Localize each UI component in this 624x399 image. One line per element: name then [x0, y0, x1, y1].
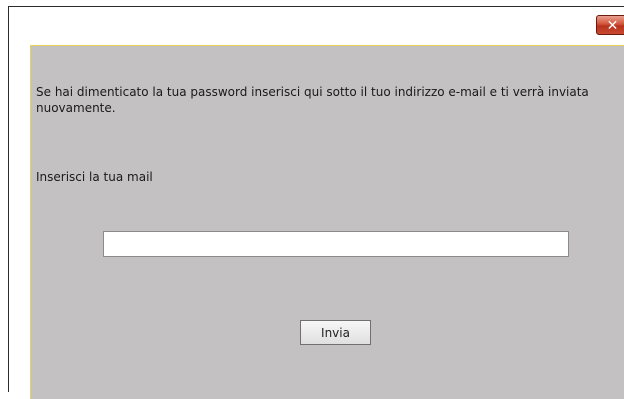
submit-button[interactable]: Invia — [300, 320, 371, 345]
dialog-content-panel: Se hai dimenticato la tua password inser… — [30, 45, 624, 399]
email-label: Inserisci la tua mail — [36, 170, 153, 184]
forgot-password-dialog: ✕ Se hai dimenticato la tua password ins… — [8, 6, 624, 399]
email-input[interactable] — [103, 231, 569, 257]
close-button[interactable]: ✕ — [596, 15, 624, 35]
close-icon: ✕ — [606, 18, 619, 34]
instructions-text: Se hai dimenticato la tua password inser… — [36, 85, 589, 115]
